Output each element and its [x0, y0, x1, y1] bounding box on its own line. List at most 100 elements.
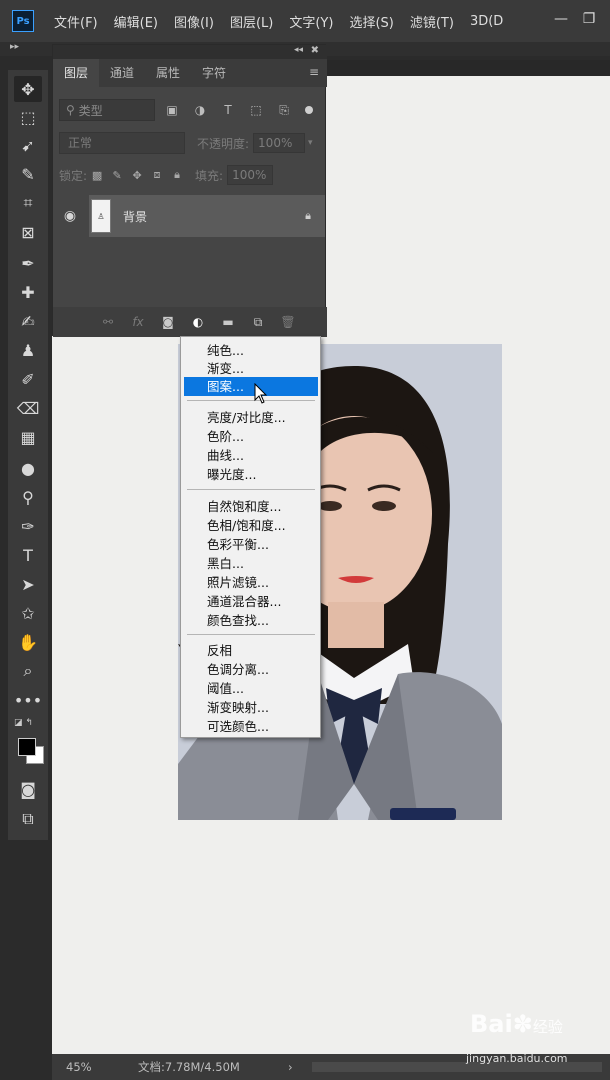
hand-tool-icon[interactable]: ✋ [14, 629, 42, 655]
expand-toolbar-icon[interactable]: ▸▸ [10, 42, 19, 52]
blur-tool-icon[interactable]: ● [14, 455, 42, 481]
lock-position-icon[interactable]: ✥ [127, 169, 147, 182]
menu-filter[interactable]: 滤镜(T) [410, 12, 454, 31]
layer-name[interactable]: 背景 [123, 208, 305, 225]
frame-tool-icon[interactable]: ⊠ [14, 219, 42, 245]
document-info: 文档:7.78M/4.50M [138, 1060, 240, 1074]
menu-item-threshold[interactable]: 阈值... [184, 679, 318, 698]
type-tool-icon[interactable]: T [14, 542, 42, 568]
menu-edit[interactable]: 编辑(E) [114, 12, 158, 31]
menu-item-selective-color[interactable]: 可选颜色... [184, 717, 318, 736]
layer-row[interactable]: ◉ ♙ 背景 🔒︎ [55, 195, 325, 237]
adjustment-layer-icon[interactable]: ◐ [183, 315, 213, 329]
brush-tool-icon[interactable]: ✍ [14, 308, 42, 334]
quick-select-tool-icon[interactable]: ✎ [14, 161, 42, 187]
tab-channels[interactable]: 通道 [99, 59, 145, 87]
move-tool-icon[interactable]: ✥ [14, 76, 42, 102]
path-select-tool-icon[interactable]: ➤ [14, 571, 42, 597]
zoom-tool-icon[interactable]: ⌕ [14, 658, 42, 684]
menu-3d[interactable]: 3D(D [470, 14, 503, 29]
quick-mask-icon[interactable]: ◙ [14, 776, 42, 802]
menu-item-solid-color[interactable]: 纯色... [184, 341, 318, 360]
menu-type[interactable]: 文字(Y) [289, 12, 333, 31]
menu-item-color-lookup[interactable]: 颜色查找... [184, 611, 318, 630]
menu-item-gradient[interactable]: 渐变... [184, 359, 318, 378]
swap-colors-icon[interactable]: ◪ ↰ [14, 718, 33, 728]
menu-item-invert[interactable]: 反相 [184, 641, 318, 660]
lock-artboard-icon[interactable]: ⧈ [147, 168, 167, 182]
lasso-tool-icon[interactable]: ➹ [14, 132, 42, 158]
menu-item-posterize[interactable]: 色调分离... [184, 660, 318, 679]
photoshop-logo: Ps [12, 10, 34, 32]
menu-item-exposure[interactable]: 曝光度... [184, 465, 318, 484]
healing-brush-tool-icon[interactable]: ✚ [14, 279, 42, 305]
history-brush-tool-icon[interactable]: ✐ [14, 366, 42, 392]
adjustment-layer-menu: 纯色... 渐变... 图案... 亮度/对比度... 色阶... 曲线... … [180, 336, 321, 738]
new-layer-icon[interactable]: ⧉ [243, 315, 273, 330]
layer-filter-row: ⚲ 类型 ▣ ◑ T ⬚ ⎘ [59, 97, 323, 123]
layers-panel: ◂◂ ✖ 图层 通道 属性 字符 ≡ ⚲ 类型 ▣ ◑ T ⬚ ⎘ 正常 不透明… [52, 44, 327, 337]
search-icon: ⚲ [66, 103, 79, 117]
minimize-icon[interactable]: — [550, 8, 572, 30]
type-filter-icon[interactable]: T [217, 103, 239, 117]
fx-icon[interactable]: fx [123, 315, 153, 329]
stamp-tool-icon[interactable]: ♟ [14, 337, 42, 363]
blend-mode-select[interactable]: 正常 [59, 132, 185, 154]
smart-object-filter-icon[interactable]: ⎘ [273, 103, 295, 118]
shape-tool-icon[interactable]: ✩ [14, 600, 42, 626]
fill-field[interactable]: 100% [227, 165, 274, 185]
delete-layer-icon[interactable]: 🗑︎ [273, 315, 303, 329]
menu-select[interactable]: 选择(S) [349, 12, 393, 31]
opacity-field[interactable]: 100% [253, 133, 306, 153]
chevron-right-icon[interactable]: › [288, 1060, 293, 1074]
menu-item-photo-filter[interactable]: 照片滤镜... [184, 573, 318, 592]
menu-item-curves[interactable]: 曲线... [184, 446, 318, 465]
window-controls: — ❐ [550, 8, 600, 30]
tab-properties[interactable]: 属性 [145, 59, 191, 87]
dodge-tool-icon[interactable]: ⚲ [14, 484, 42, 510]
add-mask-icon[interactable]: ◙ [153, 315, 183, 329]
visibility-eye-icon[interactable]: ◉ [55, 208, 85, 224]
chevron-down-icon[interactable]: ▾ [308, 138, 313, 148]
menu-file[interactable]: 文件(F) [54, 12, 98, 31]
menu-item-pattern[interactable]: 图案... [184, 377, 318, 396]
menu-item-black-white[interactable]: 黑白... [184, 554, 318, 573]
collapse-panel-icon[interactable]: ◂◂ [294, 45, 303, 55]
layer-lock-icon[interactable]: 🔒︎ [305, 209, 311, 223]
gradient-tool-icon[interactable]: ▦ [14, 424, 42, 450]
lock-all-icon[interactable]: 🔒︎ [167, 168, 187, 182]
crop-tool-icon[interactable]: ⌗ [14, 190, 42, 216]
lock-paint-icon[interactable]: ✎ [107, 169, 127, 182]
pen-tool-icon[interactable]: ✑ [14, 513, 42, 539]
zoom-level[interactable]: 45% [66, 1060, 138, 1074]
close-panel-icon[interactable]: ✖ [311, 45, 319, 56]
menu-item-levels[interactable]: 色阶... [184, 427, 318, 446]
pixel-filter-icon[interactable]: ▣ [161, 103, 183, 117]
screen-mode-icon[interactable]: ⧉ [14, 806, 42, 832]
menu-item-color-balance[interactable]: 色彩平衡... [184, 535, 318, 554]
filter-type-select[interactable]: ⚲ 类型 [59, 99, 155, 121]
more-tools-icon[interactable]: ••• [14, 687, 42, 713]
tab-character[interactable]: 字符 [191, 59, 237, 87]
tab-layers[interactable]: 图层 [53, 59, 100, 87]
foreground-color-swatch[interactable] [18, 738, 36, 756]
eraser-tool-icon[interactable]: ⌫ [14, 395, 42, 421]
menu-item-gradient-map[interactable]: 渐变映射... [184, 698, 318, 717]
new-group-icon[interactable]: ▬ [213, 315, 243, 329]
restore-icon[interactable]: ❐ [578, 8, 600, 30]
lock-transparent-icon[interactable]: ▩ [87, 169, 107, 182]
menu-bar: Ps 文件(F) 编辑(E) 图像(I) 图层(L) 文字(Y) 选择(S) 滤… [0, 0, 610, 42]
menu-item-brightness-contrast[interactable]: 亮度/对比度... [184, 408, 318, 427]
filter-toggle-icon[interactable] [305, 106, 313, 114]
marquee-tool-icon[interactable]: ⬚ [14, 104, 42, 130]
eyedropper-tool-icon[interactable]: ✒ [14, 250, 42, 276]
menu-item-hue-saturation[interactable]: 色相/饱和度... [184, 516, 318, 535]
link-layers-icon[interactable]: ⚯ [93, 315, 123, 329]
menu-item-vibrance[interactable]: 自然饱和度... [184, 497, 318, 516]
shape-filter-icon[interactable]: ⬚ [245, 103, 267, 117]
adjustment-filter-icon[interactable]: ◑ [189, 103, 211, 117]
menu-layer[interactable]: 图层(L) [230, 12, 273, 31]
menu-item-channel-mixer[interactable]: 通道混合器... [184, 592, 318, 611]
panel-menu-icon[interactable]: ≡ [309, 65, 319, 79]
menu-image[interactable]: 图像(I) [174, 12, 214, 31]
